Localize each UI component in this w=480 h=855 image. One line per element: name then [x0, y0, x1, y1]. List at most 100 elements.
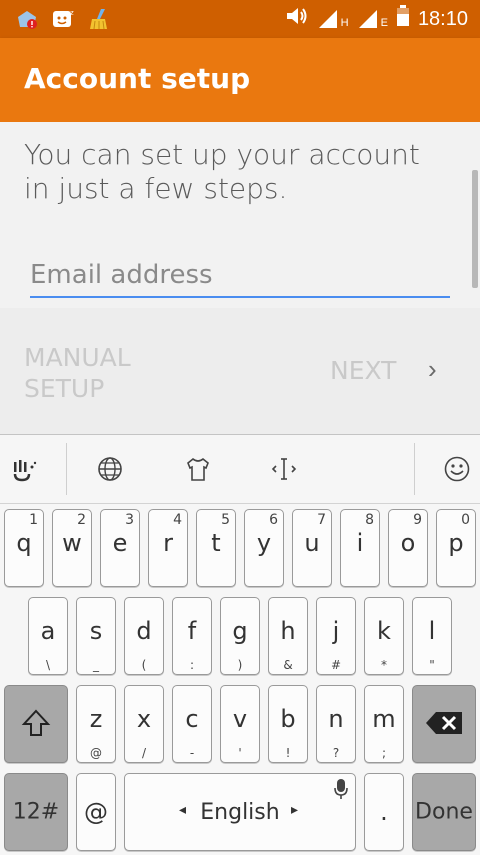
sim2-network-label: E	[380, 17, 388, 29]
microphone-icon[interactable]	[333, 778, 349, 804]
key-k[interactable]: k *	[364, 597, 404, 675]
key-y[interactable]: y6	[244, 509, 284, 587]
key-h[interactable]: h &	[268, 597, 308, 675]
space-language-label: English	[200, 800, 280, 825]
key-z[interactable]: z @	[76, 685, 116, 763]
key-symbol-hint: \	[45, 658, 51, 672]
key-i[interactable]: i8	[340, 509, 380, 587]
next-button[interactable]: NEXT	[330, 356, 396, 385]
key-label: i	[356, 529, 364, 558]
svg-text:z: z	[70, 9, 74, 17]
key-symbol-hint: &	[283, 658, 293, 672]
key-p[interactable]: p0	[436, 509, 476, 587]
key-number-hint: 8	[365, 512, 374, 528]
key-g[interactable]: g)	[220, 597, 260, 675]
key-q[interactable]: q1	[4, 509, 44, 587]
keyboard-toolbar	[0, 435, 480, 504]
key-e[interactable]: e3	[100, 509, 140, 587]
shift-key[interactable]	[4, 685, 68, 763]
key-symbol-hint: _	[93, 658, 99, 672]
key-label: p	[448, 529, 464, 558]
key-number-hint: 9	[413, 512, 422, 528]
key-number-hint: 7	[317, 512, 326, 528]
key-label: u	[304, 529, 320, 558]
key-b[interactable]: b!	[268, 685, 308, 763]
key-s[interactable]: s _	[76, 597, 116, 675]
space-key[interactable]: ◂ English ▸	[124, 773, 356, 851]
voice-hand-icon[interactable]	[0, 445, 48, 493]
key-x[interactable]: x /	[124, 685, 164, 763]
email-field[interactable]	[30, 254, 450, 298]
emoji-icon[interactable]	[433, 445, 480, 493]
key-label: m	[372, 705, 396, 734]
key-symbol-hint: ?	[332, 746, 340, 760]
key-u[interactable]: u7	[292, 509, 332, 587]
store-alert-icon	[14, 6, 40, 32]
key-label: d	[136, 617, 152, 646]
key-label: s	[89, 617, 103, 646]
key-symbol-hint: '	[238, 746, 242, 760]
smiley-notification-icon: z	[50, 6, 76, 32]
language-next-arrow: ▸	[291, 802, 299, 818]
key-v[interactable]: v '	[220, 685, 260, 763]
key-t[interactable]: t5	[196, 509, 236, 587]
key-symbol-hint: :	[189, 658, 195, 672]
backspace-key[interactable]	[412, 685, 476, 763]
key-label: q	[16, 529, 32, 558]
key-c[interactable]: c-	[172, 685, 212, 763]
key-number-hint: 0	[461, 512, 470, 528]
at-key[interactable]: @	[76, 773, 116, 851]
key-number-hint: 1	[29, 512, 38, 528]
key-label: v	[232, 705, 248, 734]
key-label: t	[211, 529, 221, 558]
key-label: k	[377, 617, 391, 646]
key-l[interactable]: l "	[412, 597, 452, 675]
symbols-mode-key[interactable]: 12#	[4, 773, 68, 851]
key-m[interactable]: m;	[364, 685, 404, 763]
shift-icon	[5, 708, 67, 742]
manual-setup-button[interactable]: MANUAL SETUP	[24, 342, 174, 404]
clock: 18:10	[417, 7, 468, 30]
key-symbol-hint: ;	[381, 746, 387, 760]
key-number-hint: 3	[125, 512, 134, 528]
key-label: f	[187, 617, 197, 646]
app-bar: Account setup	[0, 38, 480, 122]
battery-icon	[396, 5, 410, 33]
key-symbol-hint: )	[237, 658, 243, 672]
key-label: h	[280, 617, 296, 646]
scrollbar[interactable]	[472, 170, 478, 288]
globe-icon[interactable]	[86, 445, 134, 493]
volume-icon	[285, 5, 309, 33]
status-bar: z H E 18:10	[0, 0, 480, 38]
key-label: a	[40, 617, 56, 646]
key-symbol-hint: (	[141, 658, 147, 672]
symbols-mode-label: 12#	[12, 799, 60, 825]
key-j[interactable]: j #	[316, 597, 356, 675]
period-key-label: .	[380, 798, 388, 826]
period-key[interactable]: .	[364, 773, 404, 851]
key-n[interactable]: n?	[316, 685, 356, 763]
key-symbol-hint: /	[141, 746, 147, 760]
key-label: b	[280, 705, 296, 734]
key-label: y	[256, 529, 272, 558]
key-r[interactable]: r4	[148, 509, 188, 587]
key-symbol-hint: #	[330, 658, 342, 672]
cleaner-icon	[86, 6, 112, 32]
chevron-right-icon[interactable]: ›	[428, 354, 437, 385]
cursor-icon[interactable]	[260, 445, 308, 493]
key-f[interactable]: f:	[172, 597, 212, 675]
key-d[interactable]: d(	[124, 597, 164, 675]
key-o[interactable]: o9	[388, 509, 428, 587]
key-symbol-hint: -	[189, 746, 195, 760]
toolbar-divider	[66, 443, 67, 495]
key-w[interactable]: w2	[52, 509, 92, 587]
key-number-hint: 2	[77, 512, 86, 528]
key-a[interactable]: a \	[28, 597, 68, 675]
at-key-label: @	[84, 798, 108, 826]
done-key-label: Done	[415, 799, 473, 825]
key-label: l	[428, 617, 436, 646]
signal-sim1-icon: H	[317, 9, 349, 29]
theme-shirt-icon[interactable]	[174, 445, 222, 493]
key-symbol-hint: "	[429, 658, 435, 672]
done-key[interactable]: Done	[412, 773, 476, 851]
